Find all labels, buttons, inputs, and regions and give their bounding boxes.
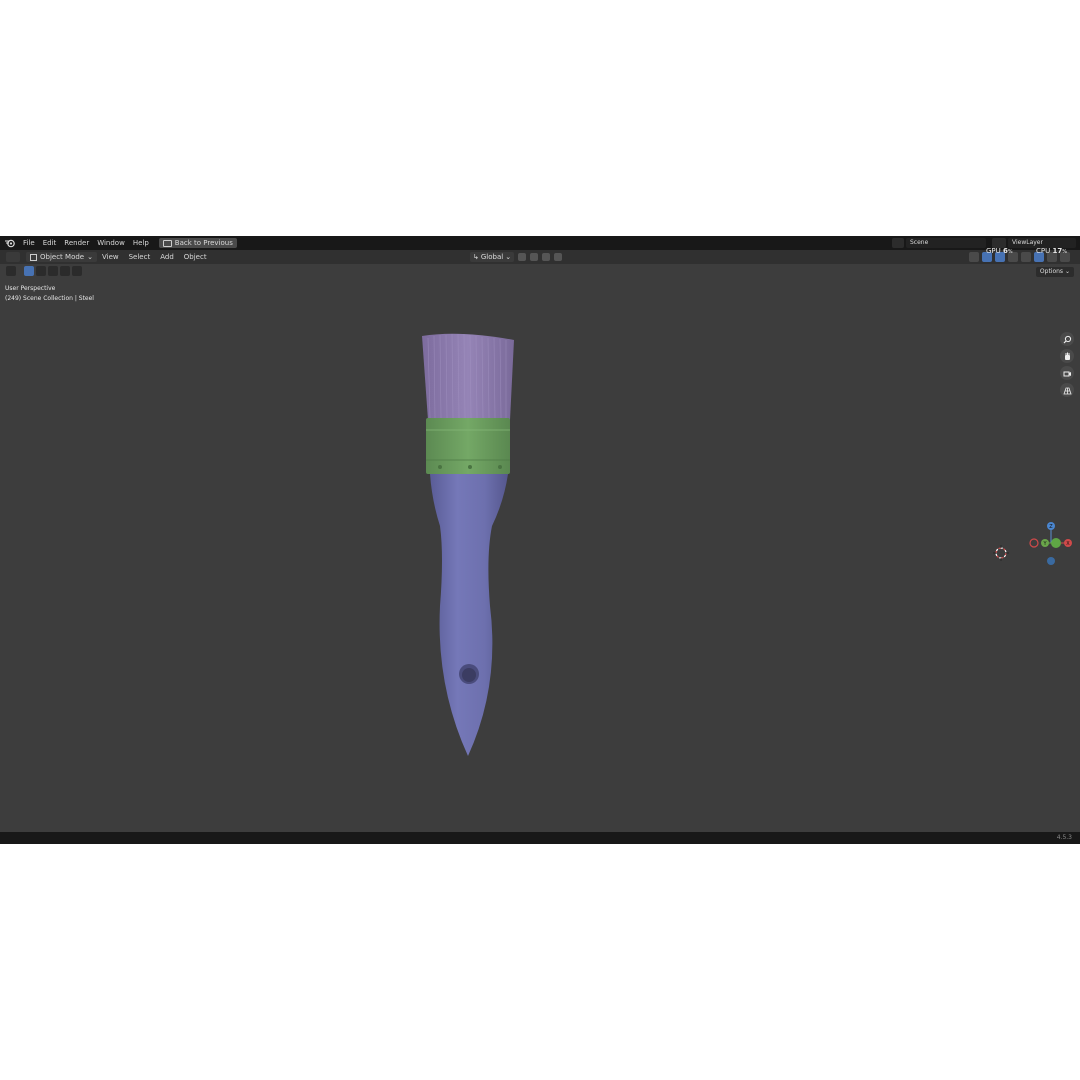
object-mode-icon — [30, 253, 37, 261]
select-new-icon[interactable] — [24, 266, 34, 276]
editor-type-icon[interactable] — [6, 252, 20, 262]
gizmo-z-label: Z — [1049, 524, 1053, 530]
snap-icon[interactable] — [530, 253, 539, 261]
gizmo-neg-y-axis[interactable] — [1051, 538, 1061, 548]
zoom-icon — [1063, 335, 1071, 343]
select-intersect-icon[interactable] — [72, 266, 82, 276]
gpu-stat: GPU 6% — [986, 247, 1013, 255]
ferrule-rivet — [498, 465, 502, 469]
select-invert-icon[interactable] — [60, 266, 70, 276]
header-menu-view[interactable]: View — [97, 253, 124, 261]
transform-orientation-label: Global — [480, 253, 504, 261]
gpu-label: GPU — [986, 247, 1001, 255]
header-menu-object[interactable]: Object — [179, 253, 212, 261]
menu-edit[interactable]: Edit — [39, 236, 61, 250]
options-label: Options — [1039, 268, 1064, 275]
header-menu-select[interactable]: Select — [124, 253, 156, 261]
cpu-value: 17 — [1052, 247, 1063, 255]
pivot-point-icon[interactable] — [518, 253, 527, 261]
grid-perspective-icon — [1062, 387, 1072, 394]
screen-icon — [162, 239, 172, 247]
cpu-label: CPU — [1036, 247, 1051, 255]
blender-window: File Edit Render Window Help Back to Pre… — [0, 236, 1080, 844]
back-to-previous-button[interactable]: Back to Previous — [158, 238, 237, 248]
camera-view-button[interactable] — [1060, 366, 1074, 380]
scene-icon[interactable] — [892, 238, 904, 248]
menu-file[interactable]: File — [19, 236, 39, 250]
menu-render[interactable]: Render — [60, 236, 93, 250]
brush-handle — [430, 474, 508, 756]
navigation-gizmo[interactable]: Z X Y — [1028, 518, 1078, 568]
ferrule-rivet — [468, 465, 472, 469]
status-bar: 4.5.3 — [0, 832, 1080, 844]
scene-name-field[interactable]: Scene — [906, 238, 986, 248]
gpu-unit: % — [1007, 249, 1013, 255]
top-menu-bar: File Edit Render Window Help Back to Pre… — [0, 236, 1080, 250]
cpu-unit: % — [1062, 249, 1067, 255]
tool-header — [6, 266, 82, 276]
select-extend-icon[interactable] — [36, 266, 46, 276]
view-name: User Perspective — [5, 285, 56, 292]
menu-window[interactable]: Window — [93, 236, 129, 250]
paint-brush-model[interactable] — [410, 326, 520, 756]
gizmo-neg-x-axis[interactable] — [1029, 538, 1039, 548]
gizmo-neg-z-axis[interactable] — [1047, 557, 1055, 565]
snap-target-icon[interactable] — [542, 253, 551, 261]
scene-selector[interactable]: Scene — [892, 238, 986, 248]
hand-icon — [1064, 352, 1070, 360]
visibility-icon[interactable] — [969, 252, 979, 262]
mode-selector[interactable]: Object Mode ⌄ — [26, 252, 97, 262]
wireframe-shading-icon[interactable] — [1021, 252, 1031, 262]
3d-cursor-icon[interactable] — [992, 544, 1010, 562]
pan-button[interactable] — [1060, 349, 1074, 363]
select-subtract-icon[interactable] — [48, 266, 58, 276]
ferrule-rivet — [438, 465, 442, 469]
viewport-header: Object Mode ⌄ View Select Add Object ↳ G… — [0, 250, 1080, 264]
header-menu-add[interactable]: Add — [155, 253, 179, 261]
orientation-icon: ↳ — [473, 253, 479, 261]
menu-help[interactable]: Help — [129, 236, 153, 250]
chevron-down-icon: ⌄ — [87, 253, 93, 261]
blender-logo-icon[interactable] — [4, 238, 16, 248]
transform-orientation-selector[interactable]: ↳ Global ⌄ — [470, 252, 515, 262]
collection-info: (249) Scene Collection | Steel — [5, 295, 94, 302]
chevron-down-icon: ⌄ — [505, 253, 512, 261]
transform-controls: ↳ Global ⌄ — [470, 252, 563, 262]
version-label: 4.5.3 — [1056, 834, 1072, 841]
proportional-editing-icon[interactable] — [554, 253, 563, 261]
back-to-previous-label: Back to Previous — [174, 239, 233, 247]
options-button[interactable]: Options ⌄ — [1035, 267, 1074, 277]
perspective-toggle-button[interactable] — [1060, 383, 1074, 397]
zoom-button[interactable] — [1060, 332, 1074, 346]
cpu-stat: CPU 17% — [1036, 247, 1067, 255]
mode-label: Object Mode — [40, 253, 85, 261]
camera-icon — [1063, 371, 1071, 376]
select-tool-icon[interactable] — [6, 266, 16, 276]
gizmo-x-label: X — [1066, 541, 1070, 547]
